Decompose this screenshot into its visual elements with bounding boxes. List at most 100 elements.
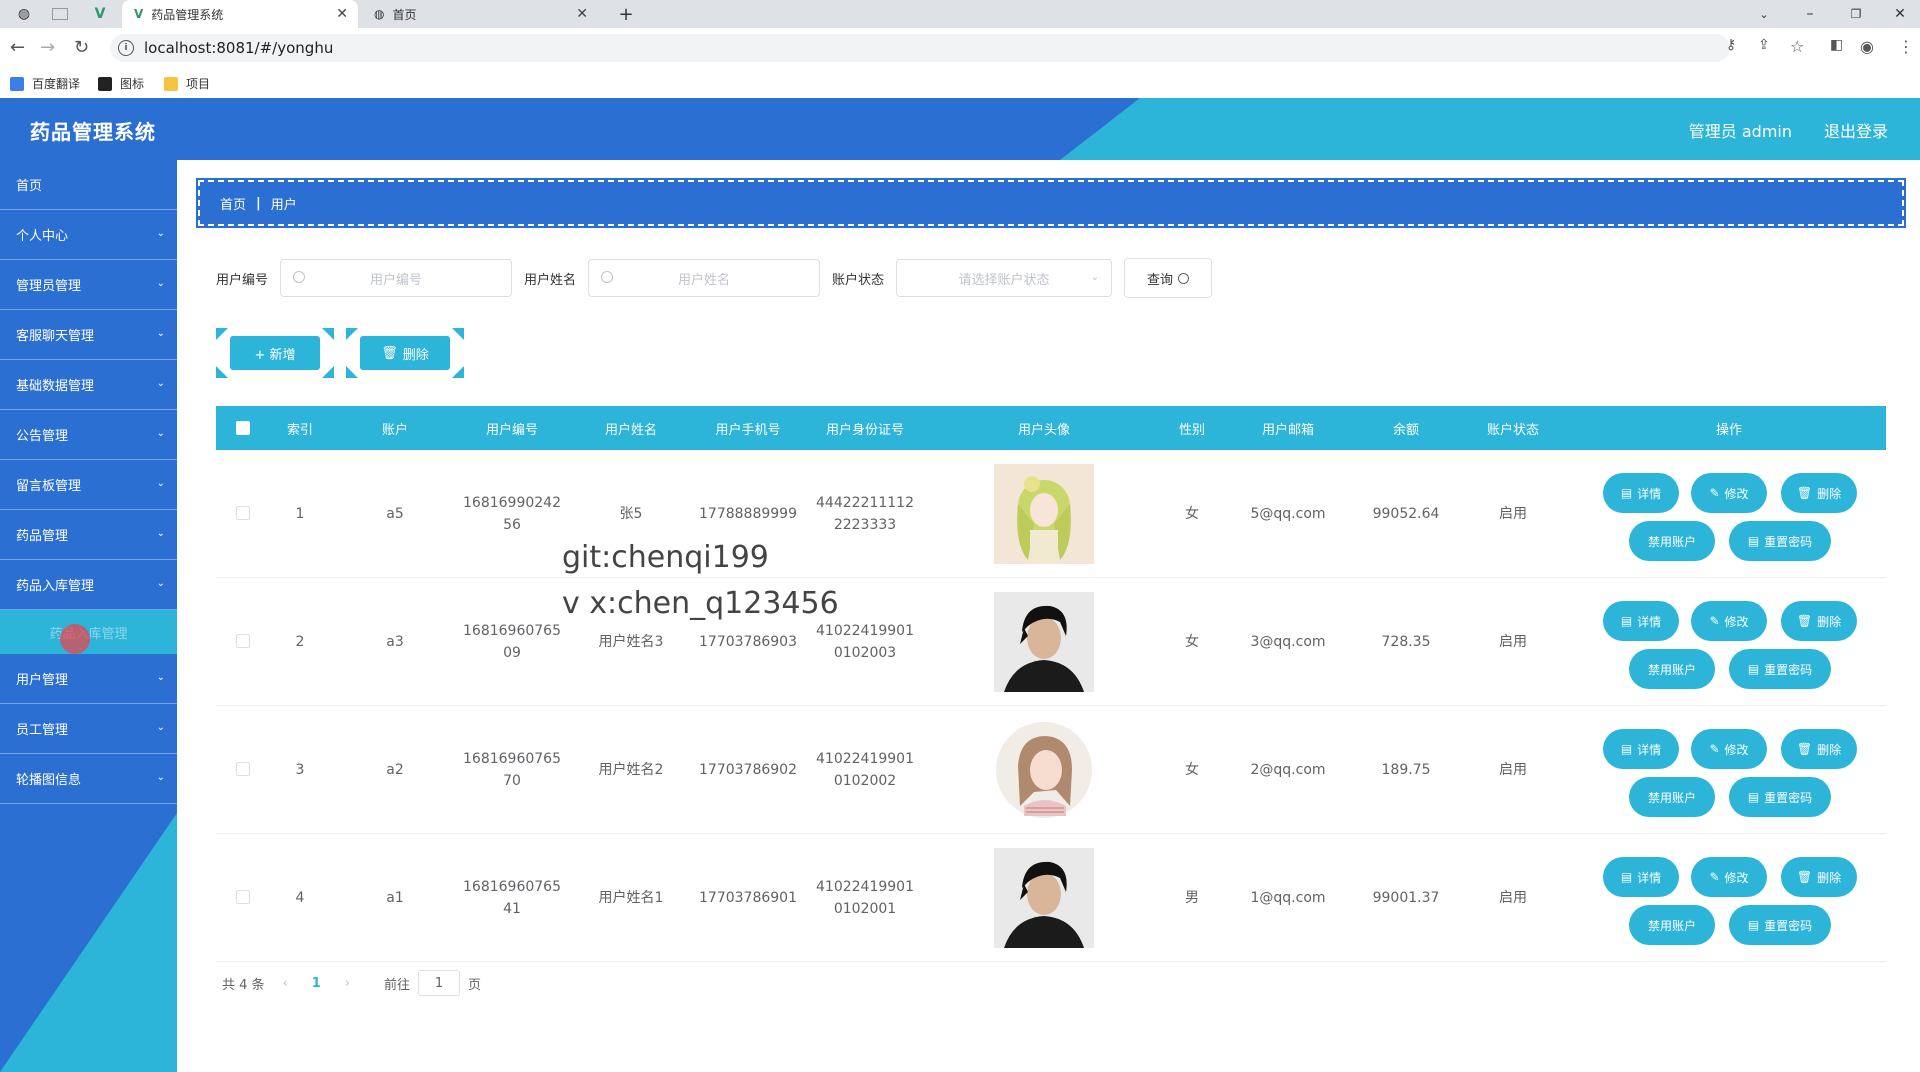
vue-tab-icon[interactable]: V <box>80 0 120 28</box>
row-delete-button[interactable]: 🗑 删除 <box>1782 602 1856 640</box>
row-checkbox[interactable] <box>236 506 250 520</box>
row-delete-button[interactable]: 🗑 删除 <box>1782 858 1856 896</box>
detail-button[interactable]: ▤ 详情 <box>1604 730 1678 768</box>
sidebar-item-message-board[interactable]: 留言板管理 ⌄ <box>0 460 177 510</box>
cell-status: 启用 <box>1499 889 1527 906</box>
back-icon[interactable]: ← <box>10 37 25 58</box>
reset-password-button[interactable]: ▤ 重置密码 <box>1730 522 1830 560</box>
icon-site-icon <box>98 76 112 91</box>
cell-account: a1 <box>386 889 404 906</box>
sidebar-item-staff[interactable]: 员工管理 ⌄ <box>0 704 177 754</box>
row-delete-button[interactable]: 🗑 删除 <box>1782 474 1856 512</box>
edit-button[interactable]: ✎ 修改 <box>1692 730 1766 768</box>
breadcrumb-home[interactable]: 首页 <box>220 194 246 213</box>
user-name-input[interactable]: 用户姓名 <box>588 259 821 297</box>
forward-icon[interactable]: → <box>40 37 55 58</box>
batch-delete-button[interactable]: 🗑 删除 <box>346 328 464 378</box>
sidebar-item-users[interactable]: 用户管理 ⌄ <box>0 654 177 704</box>
edit-button[interactable]: ✎ 修改 <box>1692 474 1766 512</box>
key-icon[interactable]: ⚷ <box>1726 37 1736 53</box>
browser-tab-active[interactable]: V 药品管理系统 ✕ <box>122 0 358 28</box>
new-tab-icon[interactable]: + <box>606 0 646 28</box>
sidebar-item-home[interactable]: 首页 <box>0 160 177 210</box>
row-checkbox[interactable] <box>236 634 250 648</box>
document-icon: ▤ <box>1747 534 1760 548</box>
chevron-down-icon: ⌄ <box>156 228 165 239</box>
detail-button[interactable]: ▤ 详情 <box>1604 474 1678 512</box>
cell-balance: 99052.64 <box>1372 505 1440 522</box>
edit-button[interactable]: ✎ 修改 <box>1692 858 1766 896</box>
sidebar-item-notice[interactable]: 公告管理 ⌄ <box>0 410 177 460</box>
bookmark-icons[interactable]: 图标 <box>98 75 144 92</box>
sidebar-item-label: 用户管理 <box>16 673 69 688</box>
user-code-part: 56 <box>503 516 521 533</box>
sidebar-item-drugs[interactable]: 药品管理 ⌄ <box>0 510 177 560</box>
profile-icon[interactable]: ◉ <box>1860 37 1874 56</box>
sidebar-item-admin[interactable]: 管理员管理 ⌄ <box>0 260 177 310</box>
user-code-part: 16816960765 <box>463 750 561 767</box>
sidebar-item-personal-center[interactable]: 个人中心 ⌄ <box>0 210 177 260</box>
op-label: 重置密码 <box>1764 790 1813 805</box>
sidebar-item-drug-stock-in[interactable]: 药品入库管理 ⌄ <box>0 560 177 610</box>
disable-account-button[interactable]: 禁用账户 <box>1630 906 1714 944</box>
disable-account-button[interactable]: 禁用账户 <box>1630 778 1714 816</box>
page-number[interactable]: 1 <box>312 976 321 991</box>
query-button[interactable]: 查询 <box>1124 258 1213 298</box>
next-page-icon[interactable]: › <box>345 976 350 991</box>
site-info-icon[interactable]: i <box>118 40 134 56</box>
row-delete-button[interactable]: 🗑 删除 <box>1782 730 1856 768</box>
account-status-select[interactable]: 请选择账户状态 ⌄ <box>896 259 1113 297</box>
url-field[interactable]: i localhost:8081/#/yonghu <box>110 34 1730 62</box>
prev-page-icon[interactable]: ‹ <box>283 976 288 991</box>
sidebar-item-label: 药品管理 <box>16 529 69 544</box>
reload-icon[interactable]: ↻ <box>74 37 89 58</box>
close-tab-icon[interactable]: ✕ <box>336 6 348 22</box>
add-button[interactable]: + 新增 <box>216 328 334 378</box>
delete-label: 删除 <box>402 347 429 363</box>
minimize-icon[interactable]: – <box>1790 0 1830 28</box>
row-checkbox[interactable] <box>236 890 250 904</box>
user-code-part: 16816960765 <box>463 622 561 639</box>
disable-account-button[interactable]: 禁用账户 <box>1630 650 1714 688</box>
user-code-input[interactable]: 用户编号 <box>280 259 513 297</box>
share-icon[interactable]: ⇪ <box>1758 37 1770 53</box>
col-account: 账户 <box>381 422 408 438</box>
chevron-down-icon: ⌄ <box>156 722 165 733</box>
label-user-code: 用户编号 <box>216 272 269 288</box>
select-all-checkbox[interactable] <box>236 421 250 435</box>
row-checkbox[interactable] <box>236 762 250 776</box>
bookmark-baidu-translate[interactable]: 百度翻译 <box>10 75 80 92</box>
cell-status: 启用 <box>1499 761 1527 778</box>
document-icon: ▤ <box>1620 486 1633 500</box>
chrome-blank-tab[interactable] <box>40 0 80 28</box>
cell-user-name: 用户姓名1 <box>598 889 664 906</box>
chrome-globe-icon[interactable]: ◍ <box>4 0 44 28</box>
logout-link[interactable]: 退出登录 <box>1824 118 1888 142</box>
star-icon[interactable]: ☆ <box>1790 37 1804 56</box>
tab-search-icon[interactable]: ⌄ <box>1744 0 1784 28</box>
edit-button[interactable]: ✎ 修改 <box>1692 602 1766 640</box>
disable-account-button[interactable]: 禁用账户 <box>1630 522 1714 560</box>
reset-password-button[interactable]: ▤ 重置密码 <box>1730 650 1830 688</box>
sidebar-item-base-data[interactable]: 基础数据管理 ⌄ <box>0 360 177 410</box>
window-close-icon[interactable]: ✕ <box>1880 0 1920 28</box>
restore-icon[interactable]: ❐ <box>1836 0 1876 28</box>
cell-avatar <box>922 578 1166 705</box>
sidebar-item-chat[interactable]: 客服聊天管理 ⌄ <box>0 310 177 360</box>
submenu-item-drug-stock-in[interactable]: 药品入库管理 <box>0 610 177 654</box>
detail-button[interactable]: ▤ 详情 <box>1604 858 1678 896</box>
bookmark-label: 项目 <box>186 77 211 91</box>
reset-password-button[interactable]: ▤ 重置密码 <box>1730 906 1830 944</box>
sidebar-item-carousel[interactable]: 轮播图信息 ⌄ <box>0 754 177 804</box>
pencil-icon: ✎ <box>1709 870 1720 884</box>
cell-avatar <box>922 834 1166 961</box>
goto-page-input[interactable]: 1 <box>418 970 461 996</box>
detail-button[interactable]: ▤ 详情 <box>1604 602 1678 640</box>
menu-kebab-icon[interactable]: ⋮ <box>1898 37 1914 56</box>
close-tab-icon[interactable]: ✕ <box>576 6 588 22</box>
browser-tab[interactable]: ◍ 首页 ✕ <box>362 0 598 28</box>
sidepanel-icon[interactable]: ◧ <box>1830 37 1843 53</box>
reset-password-button[interactable]: ▤ 重置密码 <box>1730 778 1830 816</box>
cell-user-code: 16816990242 56 <box>450 450 574 577</box>
bookmark-project[interactable]: 项目 <box>164 75 210 92</box>
